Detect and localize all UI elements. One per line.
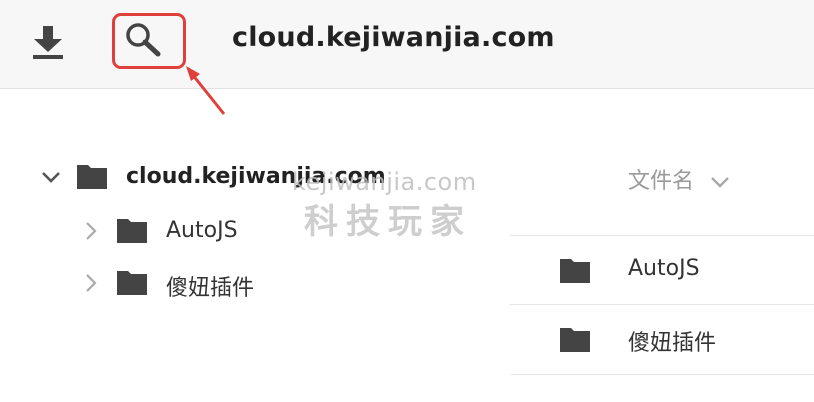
chevron-right-icon[interactable]: [84, 272, 98, 294]
tree-item-label: 傻妞插件: [166, 276, 255, 301]
tree-root-item[interactable]: cloud.kejiwanjia.com: [36, 158, 416, 200]
tree-item-autojs[interactable]: AutoJS: [82, 214, 382, 254]
annotation-arrow: [186, 66, 226, 115]
list-divider: [510, 374, 814, 375]
folder-icon: [560, 328, 590, 352]
folder-icon: [560, 259, 590, 283]
column-header-label: 文件名: [628, 169, 695, 194]
folder-icon: [77, 165, 107, 189]
file-row-shaniu-plugin[interactable]: 傻妞插件: [510, 305, 814, 373]
folder-icon: [117, 219, 147, 243]
tree-item-shaniu-plugin[interactable]: 傻妞插件: [82, 266, 382, 306]
download-button[interactable]: [28, 22, 68, 62]
file-name: AutoJS: [628, 256, 700, 281]
search-icon: [126, 23, 161, 57]
file-name: 傻妞插件: [628, 331, 717, 356]
top-toolbar: cloud.kejiwanjia.com: [0, 0, 814, 89]
tree-item-label: AutoJS: [166, 218, 238, 243]
folder-icon: [117, 271, 147, 295]
site-title: cloud.kejiwanjia.com: [232, 22, 555, 53]
tree-root-label: cloud.kejiwanjia.com: [126, 164, 386, 189]
chevron-right-icon[interactable]: [84, 220, 98, 242]
chevron-down-icon: [711, 177, 729, 188]
file-row-autojs[interactable]: AutoJS: [510, 236, 814, 304]
download-icon: [33, 26, 63, 59]
search-button[interactable]: [112, 13, 186, 69]
chevron-down-icon[interactable]: [40, 170, 62, 186]
column-header-filename[interactable]: 文件名: [628, 163, 731, 195]
